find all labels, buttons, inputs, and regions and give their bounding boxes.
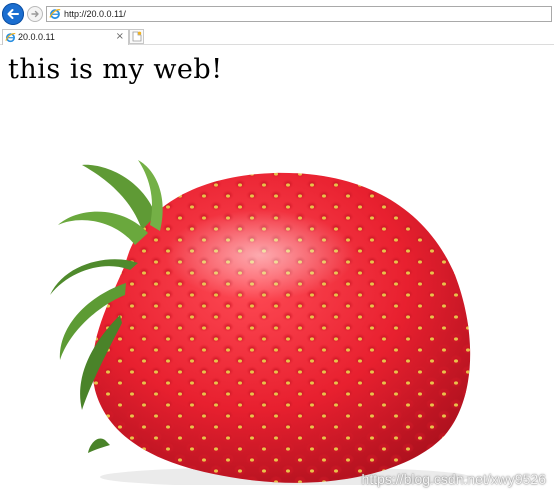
- forward-arrow-icon: [31, 10, 39, 18]
- internet-explorer-icon: [49, 9, 61, 20]
- strawberry-image: [50, 160, 471, 485]
- close-icon[interactable]: ×: [116, 30, 124, 44]
- watermark-text: https://blog.csdn.net/xwy9526: [361, 471, 546, 487]
- back-button[interactable]: [2, 3, 24, 25]
- browser-window: http://20.0.0.11/ 20.0.0.11 × this is my…: [0, 0, 554, 491]
- forward-button[interactable]: [27, 6, 43, 22]
- tab-strip: 20.0.0.11 ×: [0, 27, 554, 45]
- address-bar[interactable]: http://20.0.0.11/: [46, 6, 552, 22]
- address-text: http://20.0.0.11/: [64, 9, 126, 19]
- back-arrow-icon: [7, 9, 19, 19]
- tab-ie-icon: [5, 32, 16, 43]
- page-viewport: this is my web! https://blog.csdn.net/xw…: [0, 45, 554, 491]
- tab-title: 20.0.0.11: [18, 32, 55, 42]
- new-tab-icon: [132, 31, 142, 42]
- new-tab-button[interactable]: [129, 29, 144, 44]
- navigation-bar: http://20.0.0.11/: [0, 0, 554, 27]
- page-heading: this is my web!: [8, 54, 223, 85]
- tab-active[interactable]: 20.0.0.11 ×: [2, 29, 129, 45]
